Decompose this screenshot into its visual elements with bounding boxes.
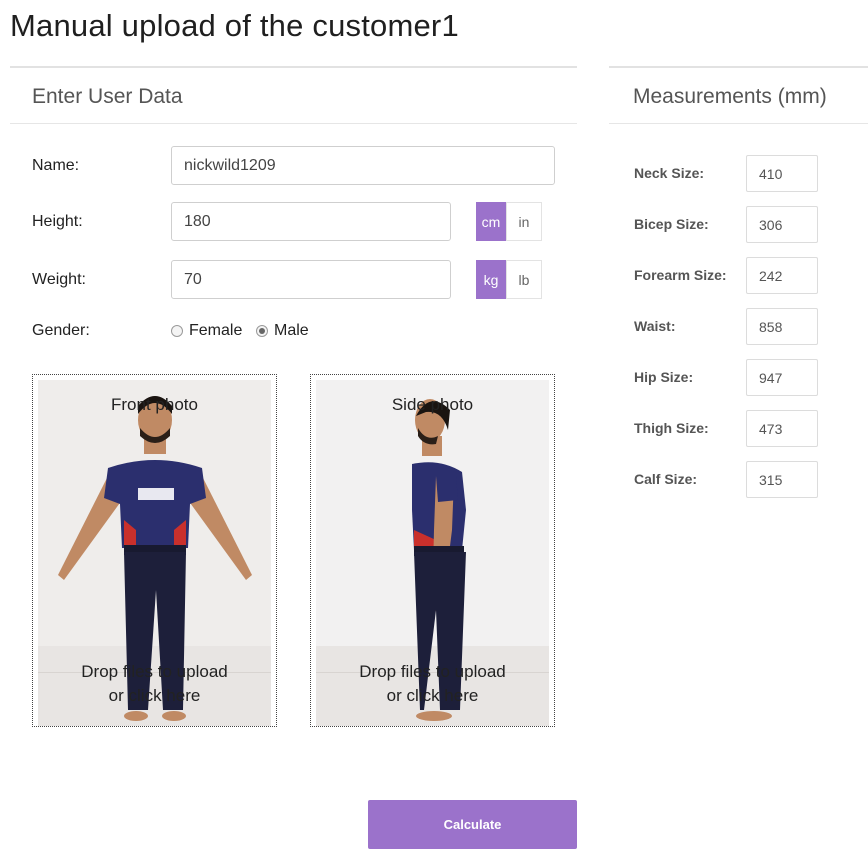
front-photo-upload-message: Drop files to upload or click here [33,660,276,708]
hip-size-input[interactable]: 947 [746,359,818,396]
thigh-size-label: Thigh Size: [634,420,709,436]
calf-size-input[interactable]: 315 [746,461,818,498]
gender-female-option[interactable]: Female [171,322,242,340]
user-panel-top-border [10,66,577,68]
forearm-size-input[interactable]: 242 [746,257,818,294]
name-label: Name: [32,157,80,174]
front-photo-title: Front photo [111,395,198,414]
neck-size-label: Neck Size: [634,165,705,181]
weight-unit-lb-button[interactable]: lb [506,260,542,299]
measurements-panel-top-border [609,66,868,68]
thigh-size-input[interactable]: 473 [746,410,818,447]
user-panel-divider [10,123,577,124]
name-input[interactable]: nickwild1209 [171,146,555,185]
front-photo-upload-line2: or click here [108,686,201,705]
calf-size-label: Calf Size: [634,471,698,487]
height-input[interactable]: 180 [171,202,451,241]
weight-unit-toggle: kg lb [476,260,542,299]
gender-male-radio[interactable] [256,325,268,337]
gender-male-label: Male [274,322,309,339]
calculate-button[interactable]: Calculate [368,800,577,849]
bicep-size-input[interactable]: 306 [746,206,818,243]
neck-size-input[interactable]: 410 [746,155,818,192]
measurements-panel-heading: Measurements (mm) [633,85,827,108]
weight-input[interactable]: 70 [171,260,451,299]
front-photo-dropzone[interactable]: Front photo Drop files to upload or clic… [32,374,277,727]
gender-female-radio[interactable] [171,325,183,337]
side-photo-dropzone[interactable]: Side photo Drop files to upload or click… [310,374,555,727]
waist-input[interactable]: 858 [746,308,818,345]
gender-male-option[interactable]: Male [256,322,309,340]
height-label: Height: [32,213,83,230]
weight-unit-kg-button[interactable]: kg [476,260,506,299]
gender-female-label: Female [189,322,243,339]
waist-label: Waist: [634,318,676,334]
side-photo-upload-line2: or click here [386,686,479,705]
bicep-size-label: Bicep Size: [634,216,709,232]
page-title: Manual upload of the customer1 [10,8,459,43]
measurements-panel-divider [609,123,868,124]
height-unit-cm-button[interactable]: cm [476,202,506,241]
height-unit-toggle: cm in [476,202,542,241]
hip-size-label: Hip Size: [634,369,694,385]
front-photo-upload-line1: Drop files to upload [81,662,228,681]
side-photo-upload-line1: Drop files to upload [359,662,506,681]
side-photo-upload-message: Drop files to upload or click here [311,660,554,708]
user-panel-heading: Enter User Data [32,85,183,108]
side-photo-title: Side photo [391,395,474,414]
weight-label: Weight: [32,271,86,288]
gender-label: Gender: [32,322,90,339]
forearm-size-label: Forearm Size: [634,267,727,283]
height-unit-in-button[interactable]: in [506,202,542,241]
